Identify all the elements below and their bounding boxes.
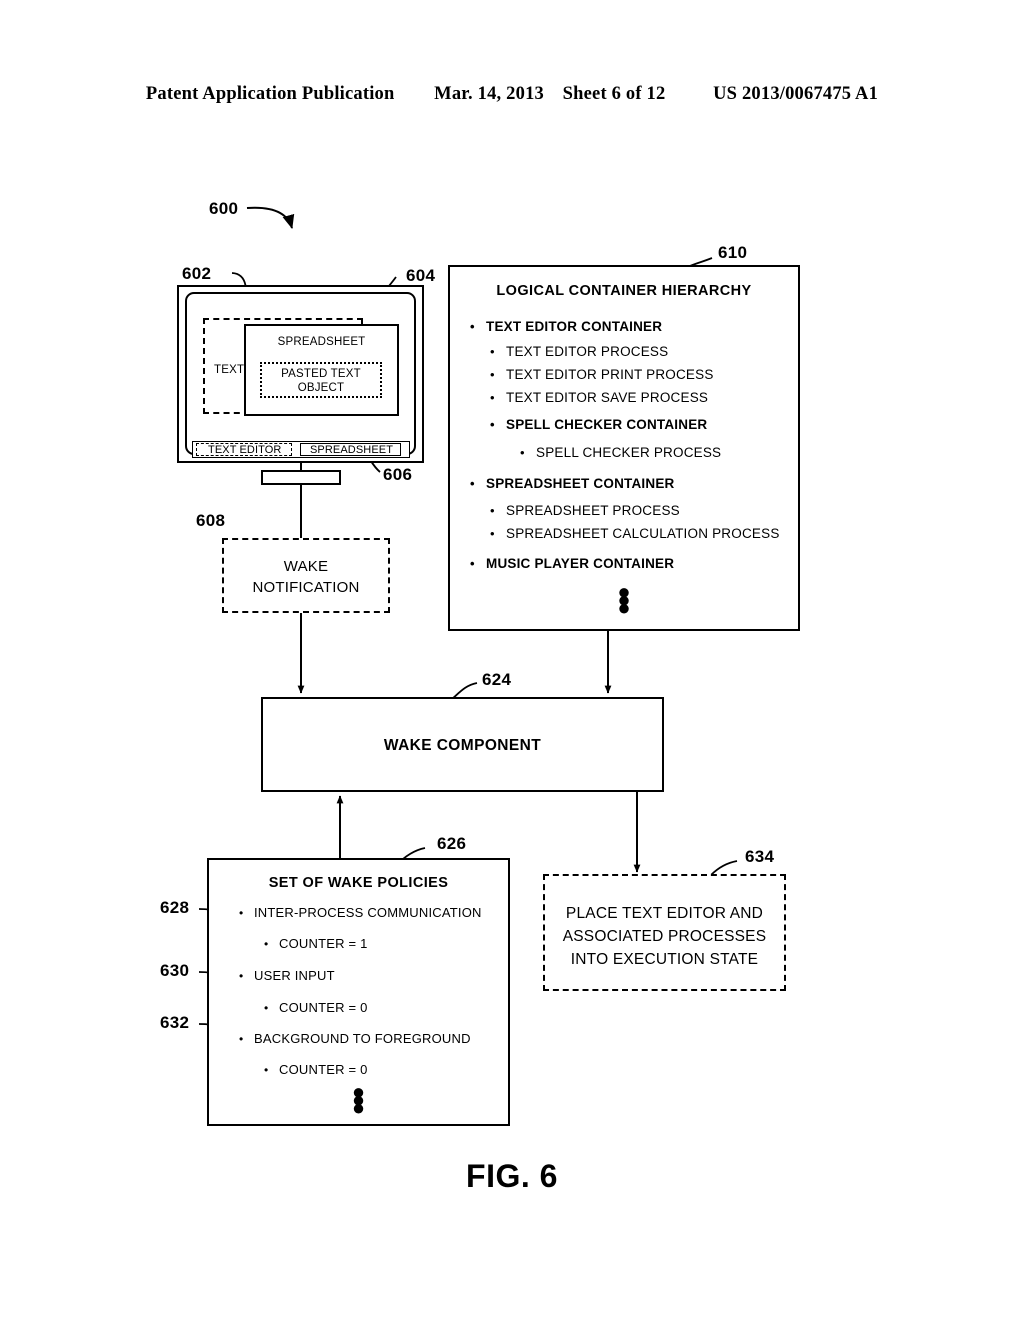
bullet-icon: • [264,1063,269,1077]
hierarchy-item-spreadsheet-container: • SPREADSHEET CONTAINER [470,476,674,491]
bullet-icon: • [239,906,244,920]
display-device-stand [261,470,341,485]
action-line2: ASSOCIATED PROCESSES [562,928,767,945]
connector-lines [198,206,754,1038]
wake-component-box: WAKE COMPONENT [261,697,664,792]
set-of-wake-policies-title: SET OF WAKE POLICIES [268,875,449,891]
bullet-icon: • [490,390,495,405]
pasted-text-object-label-line1: PASTED TEXT [281,368,361,380]
dot-3: ● [617,595,631,620]
pasted-text-object-label-line2: OBJECT [297,382,345,394]
bullet-icon: • [520,445,525,460]
bullet-icon: • [490,526,495,541]
policy-name: INTER-PROCESS COMMUNICATION [254,905,482,920]
bullet-icon: • [470,556,475,571]
bullet-icon: • [239,969,244,983]
taskbar-item-text-editor-label: TEXT EDITOR [208,444,282,456]
ref-608: 608 [196,511,226,530]
policy-name: USER INPUT [254,968,335,983]
ref-630: 630 [160,961,190,980]
wake-notification-line1: WAKE [283,558,329,575]
ref-600: 600 [209,199,239,218]
ref-602: 602 [182,264,212,283]
ref-624: 624 [482,670,512,689]
window-spreadsheet-label: SPREADSHEET [277,336,366,348]
hierarchy-continuation-dots: ● ● ● [450,581,798,620]
policy-counter: COUNTER = 0 [279,1062,368,1077]
policy-background-to-foreground-counter: • COUNTER = 0 [264,1062,368,1077]
hierarchy-item-label: TEXT EDITOR PRINT PROCESS [506,367,714,382]
bullet-icon: • [490,367,495,382]
hierarchy-item-music-player-container: • MUSIC PLAYER CONTAINER [470,556,674,571]
hierarchy-item-label: TEXT EDITOR SAVE PROCESS [506,390,709,405]
hierarchy-item-text-editor-print-process: • TEXT EDITOR PRINT PROCESS [490,367,714,382]
hierarchy-item-spreadsheet-process: • SPREADSHEET PROCESS [490,503,680,518]
hierarchy-item-spreadsheet-calculation-process: • SPREADSHEET CALCULATION PROCESS [490,526,780,541]
place-into-execution-state-box: PLACE TEXT EDITOR AND ASSOCIATED PROCESS… [543,874,786,991]
policy-counter: COUNTER = 1 [279,936,368,951]
hierarchy-item-label: TEXT EDITOR CONTAINER [486,319,663,334]
hierarchy-item-spell-checker-container: • SPELL CHECKER CONTAINER [490,417,707,432]
logical-container-hierarchy-panel: LOGICAL CONTAINER HIERARCHY • TEXT EDITOR… [448,265,800,631]
bullet-icon: • [470,319,475,334]
wake-component-title: WAKE COMPONENT [383,737,542,754]
hierarchy-item-spell-checker-process: • SPELL CHECKER PROCESS [520,445,721,460]
action-line3: INTO EXECUTION STATE [570,951,759,968]
policy-background-to-foreground: • BACKGROUND TO FOREGROUND [239,1031,471,1046]
hierarchy-item-text-editor-process: • TEXT EDITOR PROCESS [490,344,668,359]
bullet-icon: • [264,937,269,951]
bullet-icon: • [239,1032,244,1046]
bullet-icon: • [490,344,495,359]
wake-notification-box: WAKE NOTIFICATION [222,538,390,613]
hierarchy-item-text-editor-save-process: • TEXT EDITOR SAVE PROCESS [490,390,708,405]
set-of-wake-policies-box: SET OF WAKE POLICIES • INTER-PROCESS COMM… [207,858,510,1126]
policy-user-input-counter: • COUNTER = 0 [264,1000,368,1015]
hierarchy-item-label: SPELL CHECKER PROCESS [536,445,722,460]
policy-user-input: • USER INPUT [239,968,335,983]
dot-3: ● [351,1095,366,1120]
ref-606: 606 [383,465,413,484]
logical-container-hierarchy-title: LOGICAL CONTAINER HIERARCHY [496,283,752,299]
ref-632: 632 [160,1013,190,1032]
taskbar-item-spreadsheet-label: SPREADSHEET [310,444,394,456]
bullet-icon: • [264,1001,269,1015]
figure-6: 600 602 604 606 610 608 624 626 634 612 … [0,0,1024,1320]
bullet-icon: • [470,476,475,491]
hierarchy-item-label: MUSIC PLAYER CONTAINER [486,556,675,571]
policy-inter-process-communication-counter: • COUNTER = 1 [264,936,368,951]
bullet-icon: • [490,417,495,432]
hierarchy-item-text-editor-container: • TEXT EDITOR CONTAINER [470,319,662,334]
action-text: PLACE TEXT EDITOR AND ASSOCIATED PROCESS… [545,902,784,971]
policy-name: BACKGROUND TO FOREGROUND [254,1031,471,1046]
hierarchy-item-label: SPELL CHECKER CONTAINER [506,417,708,432]
policy-inter-process-communication: • INTER-PROCESS COMMUNICATION [239,905,482,920]
pasted-text-object[interactable]: PASTED TEXT OBJECT [260,362,382,398]
action-line1: PLACE TEXT EDITOR AND [565,905,764,922]
ref-626: 626 [437,834,467,853]
wake-notification-line2: NOTIFICATION [252,579,360,596]
figure-caption: FIG. 6 [466,1158,558,1194]
policy-counter: COUNTER = 0 [279,1000,368,1015]
ref-610: 610 [718,243,748,262]
ref-604: 604 [406,266,436,285]
hierarchy-item-label: SPREADSHEET CONTAINER [486,476,675,491]
bullet-icon: • [490,503,495,518]
hierarchy-item-label: SPREADSHEET PROCESS [506,503,680,518]
ref-634: 634 [745,847,775,866]
ref-628: 628 [160,898,190,917]
hierarchy-item-label: SPREADSHEET CALCULATION PROCESS [506,526,780,541]
wake-notification-text: WAKE NOTIFICATION [224,556,388,598]
wake-policies-continuation-dots: ● ● ● [209,1081,508,1120]
hierarchy-item-label: TEXT EDITOR PROCESS [506,344,669,359]
